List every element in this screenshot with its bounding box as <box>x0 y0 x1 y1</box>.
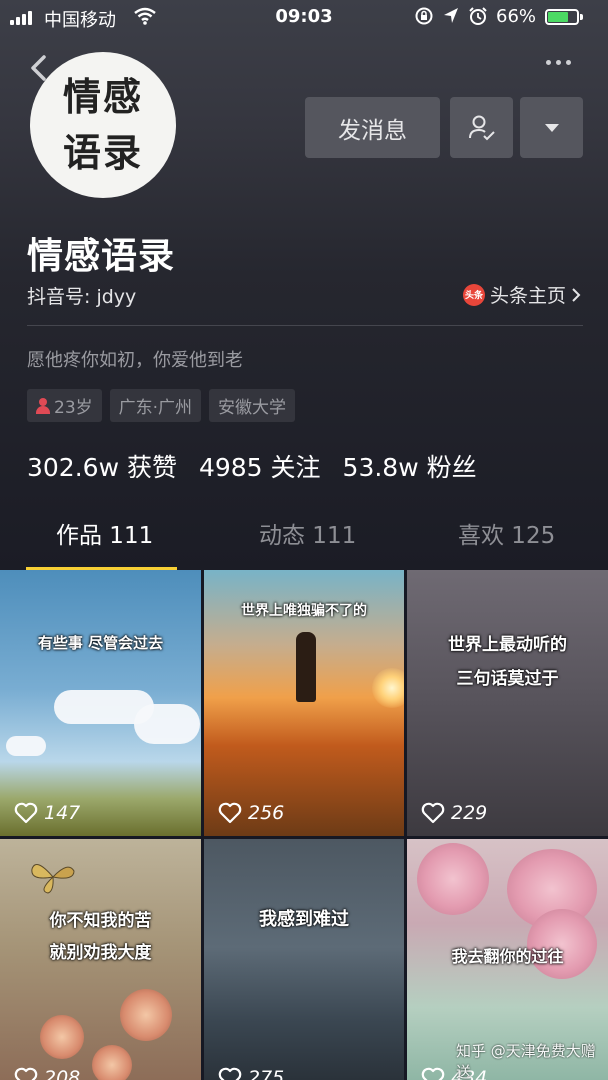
heart-icon <box>14 802 38 824</box>
tag-school: 安徽大学 <box>209 389 296 422</box>
video-caption: 世界上唯独骗不了的 <box>241 603 367 619</box>
video-caption: 有些事 尽管会过去 <box>37 634 164 652</box>
recommend-dropdown-button[interactable] <box>520 97 583 158</box>
battery-icon <box>545 9 579 25</box>
video-thumbnail[interactable]: 你不知我的苦 就别劝我大度 208 <box>0 839 201 1080</box>
lock-rotation-icon <box>415 7 433 25</box>
battery-tip <box>580 14 583 20</box>
butterfly-illustration <box>31 864 75 894</box>
heart-icon <box>218 1067 242 1080</box>
send-message-button[interactable]: 发消息 <box>305 97 440 158</box>
avatar-line-2: 语录 <box>62 130 143 175</box>
video-like-count: 256 <box>248 802 285 824</box>
profile-stats: 302.6w 获赞 4985 关注 53.8w 粉丝 <box>27 448 477 484</box>
caret-down-icon <box>544 123 559 132</box>
tag-age: 23岁 <box>27 389 102 422</box>
chevron-right-icon <box>572 287 581 302</box>
person-icon <box>36 397 50 414</box>
battery-fill <box>548 12 568 22</box>
video-like-count: 229 <box>451 802 488 824</box>
more-options-icon[interactable] <box>546 60 571 65</box>
alarm-icon <box>469 7 487 25</box>
location-icon <box>444 8 458 23</box>
avatar-line-1: 情感 <box>62 74 143 119</box>
heart-icon <box>421 802 445 824</box>
status-bar: 中国移动 09:03 66% <box>0 0 608 34</box>
toutiao-logo-icon: 头条 <box>463 283 485 306</box>
stat-following[interactable]: 4985 关注 <box>199 448 321 484</box>
video-thumbnail[interactable]: 世界上最动听的 三句话莫过于 229 <box>407 570 608 836</box>
video-grid: 有些事 尽管会过去 147 世界上唯独骗不了的 256 世界上最动听的 三句话莫… <box>0 570 608 1080</box>
avatar[interactable]: 情感 语录 <box>30 52 176 198</box>
video-like-count: 208 <box>44 1067 81 1080</box>
tag-location: 广东·广州 <box>109 389 202 422</box>
video-caption: 我去翻你的过往 <box>451 947 564 966</box>
divider <box>27 325 583 326</box>
profile-tags: 23岁 广东·广州 安徽大学 <box>27 389 296 422</box>
video-like-count: 275 <box>248 1067 285 1080</box>
tab-likes[interactable]: 喜欢 125 <box>458 516 555 550</box>
battery-percent: 66% <box>496 6 537 27</box>
heart-icon <box>14 1067 38 1080</box>
watermark-text: 知乎 @天津免费大赠送 <box>456 1042 596 1080</box>
profile-nickname: 情感语录 <box>27 236 176 277</box>
video-like-count: 147 <box>44 802 81 824</box>
follow-user-button[interactable] <box>450 97 513 158</box>
stat-likes[interactable]: 302.6w 获赞 <box>27 448 177 484</box>
video-caption: 世界上最动听的 三句话莫过于 <box>448 635 567 689</box>
video-caption: 你不知我的苦 就别劝我大度 <box>49 911 152 963</box>
video-thumbnail[interactable]: 有些事 尽管会过去 147 <box>0 570 201 836</box>
tab-works[interactable]: 作品 111 <box>56 516 153 550</box>
profile-signature: 愿他疼你如初，你爱他到老 <box>27 350 243 371</box>
heart-icon <box>218 802 242 824</box>
heart-icon <box>421 1067 445 1080</box>
stat-followers[interactable]: 53.8w 粉丝 <box>343 448 477 484</box>
video-thumbnail[interactable]: 我感到难过 275 <box>204 839 404 1080</box>
tag-age-label: 23岁 <box>54 398 93 418</box>
video-thumbnail[interactable]: 世界上唯独骗不了的 256 <box>204 570 404 836</box>
profile-tabs: 作品 111 动态 111 喜欢 125 <box>0 516 608 571</box>
douyin-id: 抖音号: jdyy <box>27 286 137 308</box>
toutiao-link-label: 头条主页 <box>490 285 567 307</box>
toutiao-homepage-link[interactable]: 头条 头条主页 <box>463 281 581 308</box>
tab-dynamic[interactable]: 动态 111 <box>259 516 356 550</box>
user-check-icon <box>468 115 495 140</box>
video-caption: 我感到难过 <box>259 909 349 930</box>
